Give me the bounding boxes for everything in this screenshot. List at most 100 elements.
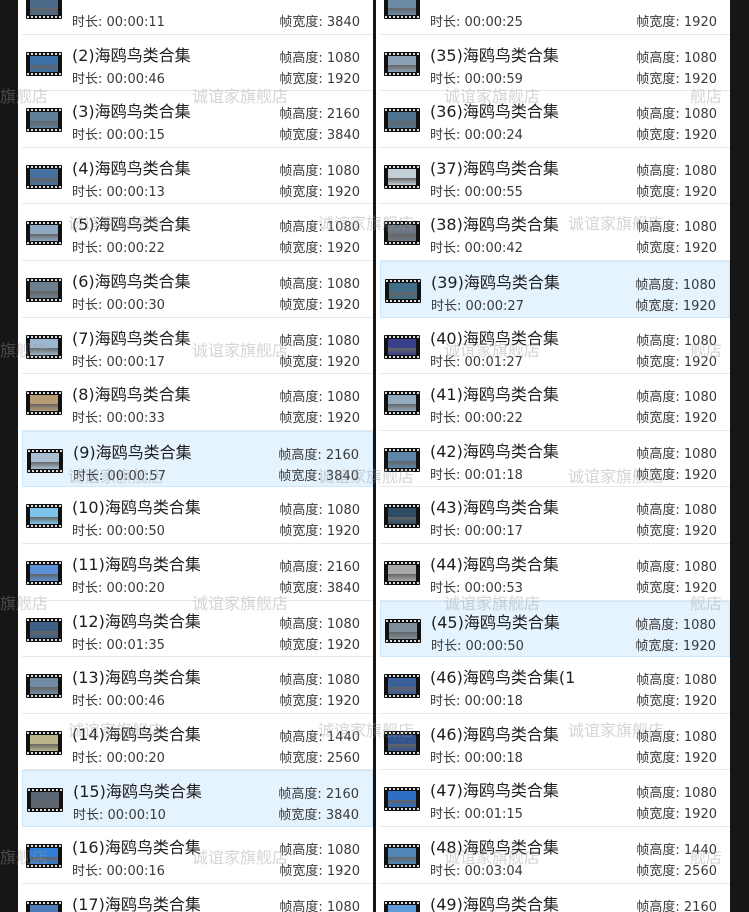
duration-text: 时长: 00:00:59 (430, 68, 523, 87)
file-name: (41)海鸥鸟类合集 (430, 385, 559, 405)
thumbnail-frame (30, 395, 58, 412)
frame-height-value: 1080 (683, 673, 717, 689)
file-list-right: 时长: 00:00:25 帧宽度: 1920 (35)海鸥鸟类合集 时长: 00:00… (376, 0, 730, 912)
file-row[interactable]: (9)海鸥鸟类合集 时长: 00:00:57 帧高度: 2160 帧宽度: 3840 (22, 430, 373, 488)
frame-width-text: 帧宽度: 2560 (279, 747, 360, 766)
file-row[interactable]: (2)海鸥鸟类合集 时长: 00:00:46 帧高度: 1080 帧宽度: 1920 (22, 35, 373, 92)
file-row[interactable]: (13)海鸥鸟类合集 时长: 00:00:46 帧高度: 1080 帧宽度: 1920 (22, 657, 373, 714)
file-row[interactable]: (37)海鸥鸟类合集 时长: 00:00:55 帧高度: 1080 帧宽度: 1920 (380, 148, 730, 205)
file-row[interactable]: (41)海鸥鸟类合集 时长: 00:00:22 帧高度: 1080 帧宽度: 1920 (380, 374, 730, 431)
frame-width-text: 帧宽度: 1920 (279, 351, 360, 370)
frame-height-text: 帧高度: 1080 (636, 669, 717, 688)
frame-height-value: 1080 (683, 333, 717, 349)
duration-text: 时长: 00:00:20 (72, 577, 165, 596)
frame-height-text: 帧高度: 2160 (278, 444, 359, 463)
duration-value: 00:01:35 (106, 637, 165, 653)
thumbnail-frame (30, 282, 58, 298)
frame-height-text: 帧高度: 1080 (279, 330, 360, 349)
frame-width-label: 帧宽度: (636, 467, 684, 483)
duration-value: 00:00:42 (464, 241, 523, 257)
file-name: (42)海鸥鸟类合集 (430, 441, 559, 461)
file-row[interactable]: (35)海鸥鸟类合集 时长: 00:00:59 帧高度: 1080 帧宽度: 1920 (380, 35, 730, 92)
frame-width-label: 帧宽度: (636, 864, 684, 879)
duration-label: 时长: (72, 354, 107, 370)
frame-width-text: 帧宽度: 2560 (636, 860, 717, 879)
file-row[interactable]: (14)海鸥鸟类合集 时长: 00:00:20 帧高度: 1440 帧宽度: 2560 (22, 714, 373, 771)
thumbnail-frame (388, 451, 416, 468)
duration-value: 00:00:17 (106, 354, 165, 370)
frame-height-text: 帧高度: 1080 (635, 614, 716, 633)
file-row[interactable]: (3)海鸥鸟类合集 时长: 00:00:15 帧高度: 2160 帧宽度: 3840 (22, 91, 373, 148)
duration-text: 时长: 00:00:42 (430, 237, 523, 256)
file-row[interactable]: (10)海鸥鸟类合集 时长: 00:00:50 帧高度: 1080 帧宽度: 1920 (22, 487, 373, 544)
frame-height-label: 帧高度: (636, 899, 684, 912)
frame-height-value: 1080 (682, 278, 716, 293)
frame-width-text: 帧宽度: 1920 (279, 68, 360, 87)
frame-width-label: 帧宽度: (636, 184, 684, 200)
frame-height-value: 1080 (326, 616, 360, 632)
file-name: (12)海鸥鸟类合集 (72, 611, 201, 631)
file-row[interactable]: (11)海鸥鸟类合集 时长: 00:00:20 帧高度: 2160 帧宽度: 3840 (22, 544, 373, 601)
frame-width-value: 1920 (326, 694, 360, 710)
frame-width-text: 帧宽度: 1920 (636, 181, 717, 200)
thumbnail-frame (31, 452, 59, 469)
file-row[interactable]: (39)海鸥鸟类合集 时长: 00:00:27 帧高度: 1080 帧宽度: 1920 (380, 261, 730, 318)
file-row[interactable]: (40)海鸥鸟类合集 时长: 00:01:27 帧高度: 1080 帧宽度: 1920 (380, 318, 730, 375)
file-row[interactable]: (6)海鸥鸟类合集 时长: 00:00:30 帧高度: 1080 帧宽度: 1920 (22, 261, 373, 318)
frame-width-label: 帧宽度: (279, 637, 327, 653)
file-row[interactable]: (38)海鸥鸟类合集 时长: 00:00:42 帧高度: 1080 帧宽度: 1920 (380, 204, 730, 261)
thumbnail-frame (30, 904, 58, 912)
video-thumbnail-icon (26, 391, 62, 416)
file-row[interactable]: 时长: 00:00:25 帧宽度: 1920 (380, 0, 730, 35)
duration-text: 时长: 00:00:50 (72, 520, 165, 539)
file-row[interactable]: (48)海鸥鸟类合集 时长: 00:03:04 帧高度: 1440 帧宽度: 2560 (380, 827, 730, 884)
file-row[interactable]: (44)海鸥鸟类合集 时长: 00:00:53 帧高度: 1080 帧宽度: 1920 (380, 544, 730, 601)
file-row[interactable]: (49)海鸥鸟类合集时长: 00:00:12帧高度: 2160帧宽度: 3840 (380, 884, 730, 912)
frame-height-label: 帧高度: (279, 899, 327, 912)
video-thumbnail-icon (26, 108, 62, 133)
frame-width-label: 帧宽度: (279, 524, 327, 540)
duration-text: 时长: 00:00:16 (72, 860, 165, 879)
file-row[interactable]: (43)海鸥鸟类合集 时长: 00:00:17 帧高度: 1080 帧宽度: 1920 (380, 487, 730, 544)
duration-text: 时长: 00:00:46 (72, 690, 165, 709)
video-thumbnail-icon (26, 844, 62, 868)
frame-width-text: 帧宽度: 1920 (279, 860, 360, 879)
file-row[interactable]: (46)海鸥鸟类合集 时长: 00:00:18 帧高度: 1080 帧宽度: 1920 (380, 714, 730, 771)
file-row[interactable]: (12)海鸥鸟类合集 时长: 00:01:35 帧高度: 1080 帧宽度: 1920 (22, 601, 373, 658)
file-row[interactable]: (8)海鸥鸟类合集 时长: 00:00:33 帧高度: 1080 帧宽度: 1920 (22, 374, 373, 431)
frame-height-value: 2160 (325, 787, 359, 803)
file-row[interactable]: (5)海鸥鸟类合集 时长: 00:00:22 帧高度: 1080 帧宽度: 1920 (22, 204, 373, 261)
video-thumbnail-icon (384, 221, 420, 246)
duration-text: 时长: 00:00:18 (430, 747, 523, 766)
file-row[interactable]: (15)海鸥鸟类合集 时长: 00:00:10 帧高度: 2160 帧宽度: 3840 (22, 770, 373, 827)
duration-value: 00:00:18 (464, 750, 523, 766)
file-row[interactable]: (45)海鸥鸟类合集 时长: 00:00:50 帧高度: 1080 帧宽度: 1920 (380, 600, 730, 658)
file-row[interactable]: 时长: 00:00:11 帧宽度: 3840 (22, 0, 373, 35)
frame-width-label: 帧宽度: (279, 750, 327, 766)
frame-height-label: 帧高度: (279, 390, 327, 406)
file-row[interactable]: (36)海鸥鸟类合集 时长: 00:00:24 帧高度: 1080 帧宽度: 1920 (380, 91, 730, 148)
file-row[interactable]: (7)海鸥鸟类合集 时长: 00:00:17 帧高度: 1080 帧宽度: 1920 (22, 318, 373, 375)
file-row[interactable]: (4)海鸥鸟类合集 时长: 00:00:13 帧高度: 1080 帧宽度: 1920 (22, 148, 373, 205)
duration-value: 00:00:50 (106, 524, 165, 540)
file-row[interactable]: (47)海鸥鸟类合集 时长: 00:01:15 帧高度: 1080 帧宽度: 1920 (380, 770, 730, 827)
file-row[interactable]: (16)海鸥鸟类合集 时长: 00:00:16 帧高度: 1080 帧宽度: 1920 (22, 827, 373, 884)
frame-height-text: 帧高度: 1440 (636, 839, 717, 858)
file-name: (11)海鸥鸟类合集 (72, 555, 201, 574)
frame-width-text: 帧宽度: 1920 (636, 520, 717, 539)
file-name: (45)海鸥鸟类合集 (431, 612, 560, 632)
duration-label: 时长: (72, 411, 107, 427)
duration-text: 时长: 00:00:50 (431, 635, 524, 654)
frame-width-text: 帧宽度: 1920 (279, 294, 360, 313)
file-row[interactable]: (42)海鸥鸟类合集 时长: 00:01:18 帧高度: 1080 帧宽度: 1920 (380, 431, 730, 488)
duration-text: 时长: 00:00:13 (72, 181, 165, 200)
file-row[interactable]: (46)海鸥鸟类合集(1 时长: 00:00:18 帧高度: 1080 帧宽度: 19… (380, 657, 730, 714)
file-name: (39)海鸥鸟类合集 (431, 273, 560, 292)
thumbnail-frame (30, 565, 58, 581)
duration-text: 时长: 00:00:22 (72, 237, 165, 256)
frame-height-label: 帧高度: (279, 220, 327, 236)
frame-width-label: 帧宽度: (279, 128, 327, 144)
file-row[interactable]: (17)海鸥鸟类合集时长: 00:00:09帧高度: 1080帧宽度: 1920 (22, 884, 373, 912)
video-thumbnail-icon (384, 900, 420, 912)
frame-width-value: 1920 (683, 411, 717, 427)
